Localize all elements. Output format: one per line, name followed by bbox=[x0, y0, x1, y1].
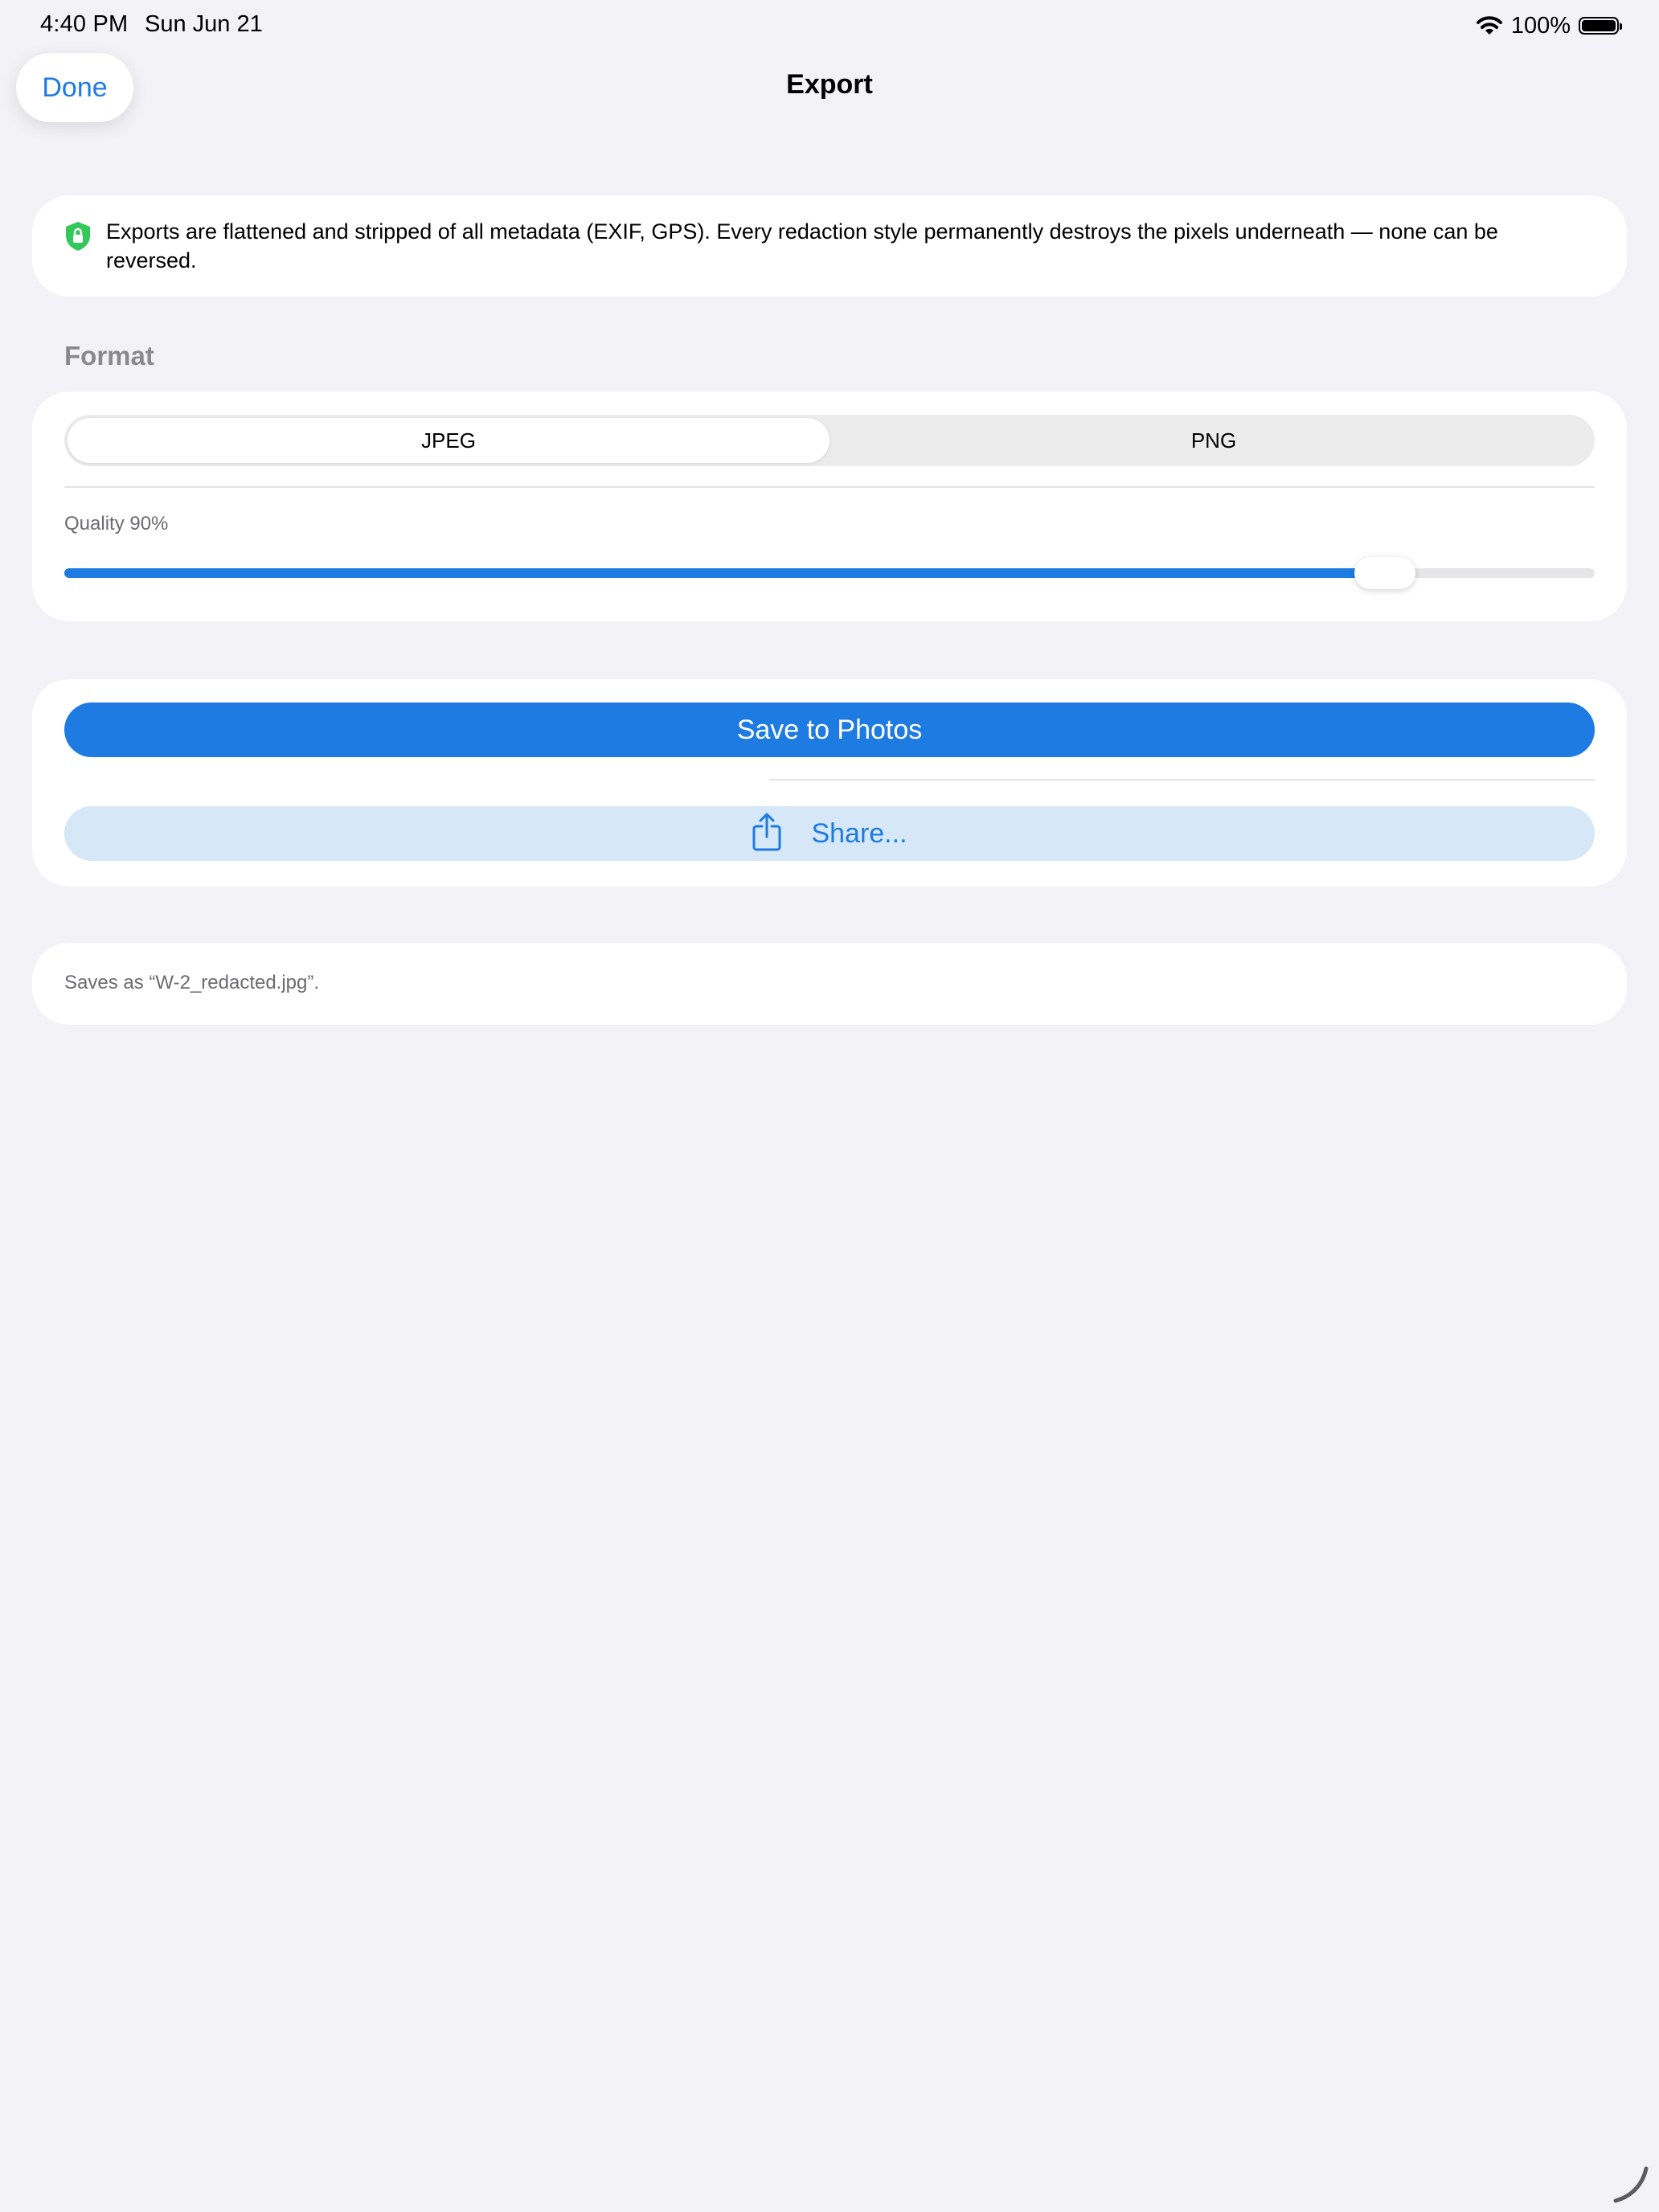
actions-card: Save to Photos Share... bbox=[32, 679, 1627, 887]
format-card: JPEG PNG Quality 90% bbox=[32, 391, 1627, 621]
shield-lock-icon bbox=[66, 222, 90, 251]
page-title: Export bbox=[786, 69, 873, 100]
quality-slider-thumb[interactable] bbox=[1354, 557, 1416, 589]
divider bbox=[769, 779, 1595, 780]
battery-icon bbox=[1579, 17, 1622, 35]
format-section-header: Format bbox=[64, 341, 154, 371]
quality-slider-fill bbox=[64, 568, 1386, 578]
status-bar: 4:40 PM Sun Jun 21 100% bbox=[0, 0, 1659, 51]
format-segmented-control: JPEG PNG bbox=[64, 415, 1595, 466]
status-date: Sun Jun 21 bbox=[145, 11, 263, 37]
home-indicator bbox=[1613, 2166, 1649, 2203]
filename-note: Saves as “W-2_redacted.jpg”. bbox=[64, 972, 320, 993]
wifi-icon bbox=[1476, 16, 1502, 35]
quality-slider[interactable] bbox=[64, 557, 1595, 589]
status-time: 4:40 PM bbox=[40, 11, 129, 37]
share-icon bbox=[752, 813, 781, 851]
privacy-info-text: Exports are flattened and stripped of al… bbox=[106, 219, 1498, 272]
format-option-jpeg[interactable]: JPEG bbox=[68, 418, 830, 463]
share-button[interactable]: Share... bbox=[64, 806, 1595, 861]
filename-note-card: Saves as “W-2_redacted.jpg”. bbox=[32, 943, 1627, 1025]
divider bbox=[64, 486, 1595, 488]
privacy-info-card: Exports are flattened and stripped of al… bbox=[32, 195, 1627, 297]
quality-label: Quality 90% bbox=[64, 513, 169, 535]
status-indicators: 100% bbox=[1476, 10, 1622, 42]
battery-percent: 100% bbox=[1510, 12, 1571, 39]
share-button-label: Share... bbox=[811, 817, 907, 849]
format-option-png[interactable]: PNG bbox=[833, 415, 1595, 466]
save-to-photos-button[interactable]: Save to Photos bbox=[64, 703, 1595, 757]
